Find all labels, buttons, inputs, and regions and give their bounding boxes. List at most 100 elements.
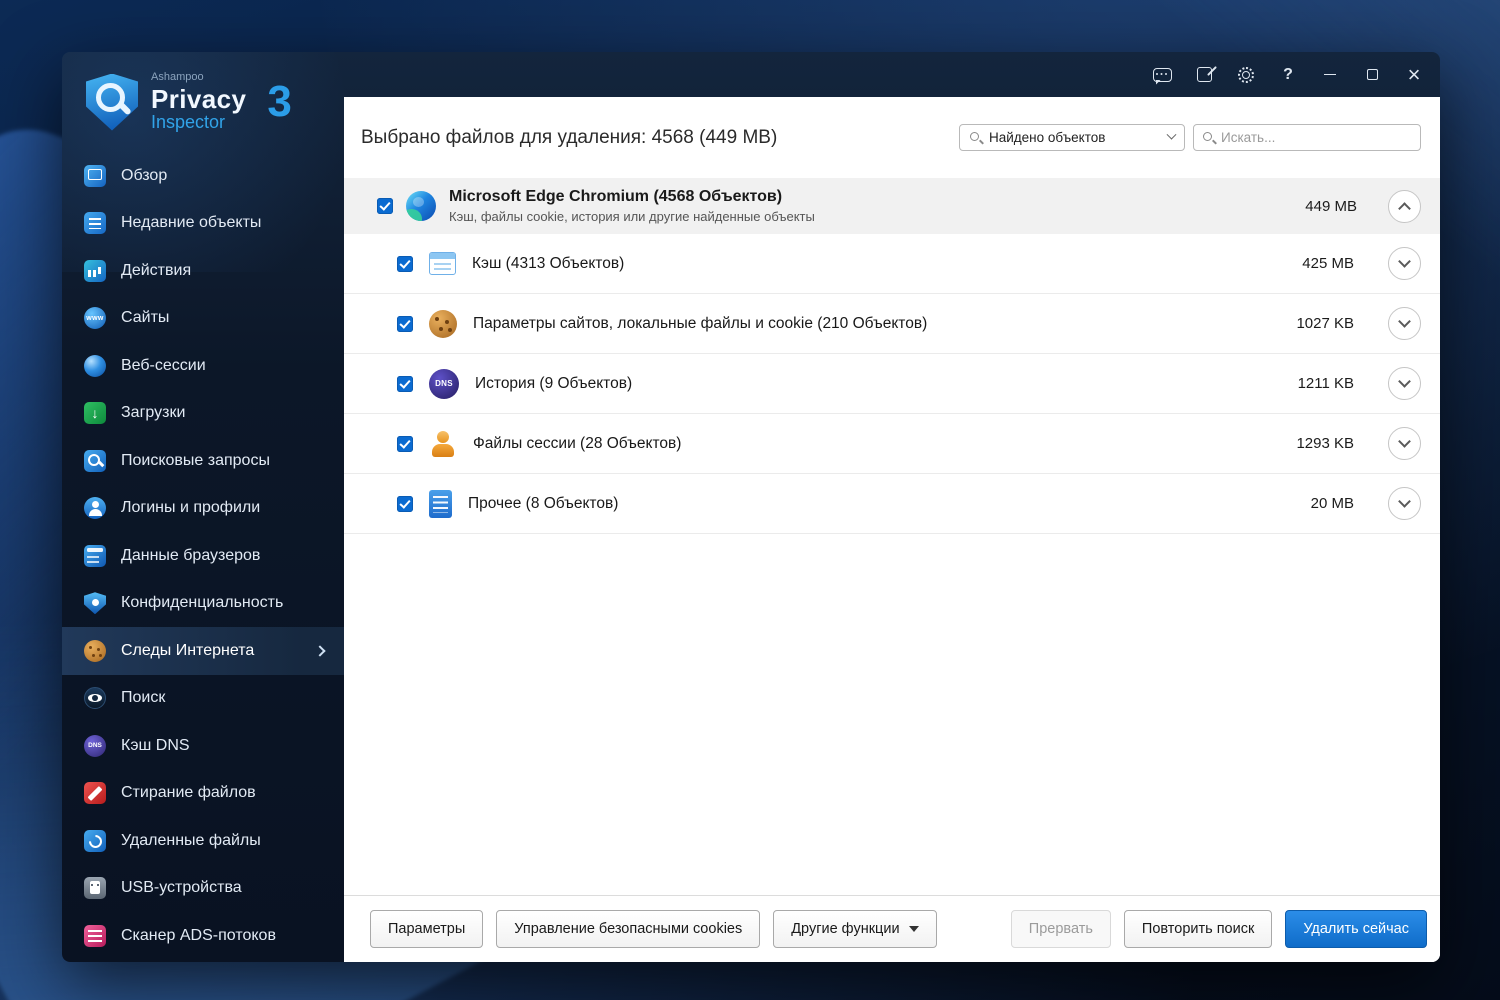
sidebar-item-label: Удаленные файлы xyxy=(121,831,261,849)
sidebar-item-recent-objects[interactable]: Недавние объекты xyxy=(62,200,344,248)
row-checkbox[interactable] xyxy=(397,375,413,392)
list-item-history[interactable]: История (9 Объектов) 1211 KB xyxy=(344,354,1440,414)
row-label: Прочее (8 Объектов) xyxy=(468,494,619,512)
globe-www-icon xyxy=(84,307,106,330)
search-box xyxy=(1193,124,1421,151)
delete-now-button[interactable]: Удалить сейчас xyxy=(1285,910,1427,948)
activity-chart-icon xyxy=(84,259,106,282)
row-checkbox[interactable] xyxy=(397,495,413,512)
sidebar-item-sites[interactable]: Сайты xyxy=(62,295,344,343)
caret-down-icon xyxy=(908,926,919,932)
shield-icon xyxy=(84,592,106,615)
sidebar-item-label: Загрузки xyxy=(121,404,186,422)
sidebar-item-label: Кэш DNS xyxy=(121,736,190,754)
sidebar-item-internet-traces[interactable]: Следы Интернета xyxy=(62,627,344,675)
recent-objects-icon xyxy=(84,212,106,235)
parameters-button[interactable]: Параметры xyxy=(370,910,484,948)
cookie-icon xyxy=(84,639,106,662)
list-item-site-settings-cookies[interactable]: Параметры сайтов, локальные файлы и cook… xyxy=(344,294,1440,354)
close-button[interactable] xyxy=(1396,59,1432,91)
list-item-other[interactable]: Прочее (8 Объектов) 20 MB xyxy=(344,474,1440,534)
logo-product-sub: Inspector xyxy=(151,111,226,132)
sidebar-item-actions[interactable]: Действия xyxy=(62,247,344,295)
chevron-down-icon xyxy=(1398,315,1411,328)
eye-icon xyxy=(84,687,106,710)
more-functions-button[interactable]: Другие функции xyxy=(773,910,937,948)
logo-text: Ashampoo Privacy Inspector xyxy=(151,72,246,132)
expand-button[interactable] xyxy=(1388,247,1421,280)
expand-button[interactable] xyxy=(1388,427,1421,460)
sidebar-item-label: Поиск xyxy=(121,689,166,707)
group-text: Microsoft Edge Chromium (4568 Объектов) … xyxy=(449,188,815,224)
sidebar-item-search-queries[interactable]: Поисковые запросы xyxy=(62,437,344,485)
browser-window-icon xyxy=(84,544,106,567)
sidebar-item-dns-cache[interactable]: Кэш DNS xyxy=(62,722,344,770)
toolbar-right-group: Прервать Повторить поиск Удалить сейчас xyxy=(1010,910,1427,948)
chevron-right-icon xyxy=(314,645,326,657)
group-checkbox[interactable] xyxy=(377,198,393,214)
dns-icon xyxy=(84,734,106,757)
collapse-button[interactable] xyxy=(1388,189,1421,223)
sidebar-item-deleted-files[interactable]: Удаленные файлы xyxy=(62,817,344,865)
sidebar-item-label: Стирание файлов xyxy=(121,784,256,802)
usb-icon xyxy=(84,877,106,900)
row-label: Файлы сессии (28 Объектов) xyxy=(473,434,682,452)
sidebar-item-label: USB-устройства xyxy=(121,879,242,897)
sidebar-item-label: Данные браузеров xyxy=(121,546,261,564)
chevron-down-icon xyxy=(1398,375,1411,388)
list-item-cache[interactable]: Кэш (4313 Объектов) 425 MB xyxy=(344,234,1440,294)
row-checkbox[interactable] xyxy=(397,315,413,332)
sidebar-item-label: Сканер ADS-потоков xyxy=(121,926,276,944)
expand-button[interactable] xyxy=(1388,307,1421,340)
group-row-edge-chromium[interactable]: Microsoft Edge Chromium (4568 Объектов) … xyxy=(344,178,1440,234)
logo-version: 3 xyxy=(267,77,292,126)
sidebar-item-search[interactable]: Поиск xyxy=(62,675,344,723)
list-item-session-files[interactable]: Файлы сессии (28 Объектов) 1293 KB xyxy=(344,414,1440,474)
repeat-search-button[interactable]: Повторить поиск xyxy=(1123,910,1273,948)
more-functions-label: Другие функции xyxy=(791,921,900,937)
help-button[interactable] xyxy=(1270,59,1306,91)
row-label: История (9 Объектов) xyxy=(475,374,633,392)
expand-button[interactable] xyxy=(1388,487,1421,520)
sidebar-item-overview[interactable]: Обзор xyxy=(62,152,344,200)
search-icon xyxy=(969,131,982,144)
sidebar-item-label: Следы Интернета xyxy=(121,641,255,659)
sidebar-item-downloads[interactable]: Загрузки xyxy=(62,390,344,438)
download-arrow-icon xyxy=(84,402,106,425)
sidebar-item-label: Действия xyxy=(121,261,192,279)
notes-button[interactable] xyxy=(1186,59,1222,91)
dns-history-icon xyxy=(429,368,459,399)
feedback-button[interactable] xyxy=(1144,59,1180,91)
sidebar-item-web-sessions[interactable]: Веб-сессии xyxy=(62,342,344,390)
sidebar-item-browser-data[interactable]: Данные браузеров xyxy=(62,532,344,580)
minimize-button[interactable] xyxy=(1312,59,1348,91)
maximize-button[interactable] xyxy=(1354,59,1390,91)
group-title: Microsoft Edge Chromium (4568 Объектов) xyxy=(449,188,783,205)
sidebar-item-privacy[interactable]: Конфиденциальность xyxy=(62,580,344,628)
sidebar-item-logins-profiles[interactable]: Логины и профили xyxy=(62,485,344,533)
search-input[interactable] xyxy=(1221,130,1412,145)
row-label: Параметры сайтов, локальные файлы и cook… xyxy=(473,314,928,332)
expand-button[interactable] xyxy=(1388,367,1421,400)
misc-document-icon xyxy=(429,489,452,518)
manage-safe-cookies-button[interactable]: Управление безопасными cookies xyxy=(496,910,761,948)
row-size: 1027 KB xyxy=(1296,315,1354,332)
sidebar-item-label: Сайты xyxy=(121,309,170,327)
abort-button[interactable]: Прервать xyxy=(1010,910,1111,948)
sidebar-item-label: Обзор xyxy=(121,166,168,184)
row-checkbox[interactable] xyxy=(397,435,413,452)
logo-vendor: Ashampoo xyxy=(151,71,204,84)
settings-button[interactable] xyxy=(1228,59,1264,91)
group-subtitle: Кэш, файлы cookie, история или другие на… xyxy=(449,209,815,224)
page-title: Выбрано файлов для удаления: 4568 (449 M… xyxy=(361,126,778,148)
row-size: 20 MB xyxy=(1310,495,1354,512)
sidebar-item-ads-scanner[interactable]: Сканер ADS-потоков xyxy=(62,912,344,960)
sidebar-nav: Обзор Недавние объекты Действия Сайты Ве… xyxy=(62,152,344,960)
app-window: Ashampoo Privacy Inspector 3 Обзор Недав… xyxy=(62,52,1440,962)
sidebar-item-file-wiping[interactable]: Стирание файлов xyxy=(62,770,344,818)
sidebar-item-usb-devices[interactable]: USB-устройства xyxy=(62,865,344,913)
found-objects-dropdown[interactable]: Найдено объектов xyxy=(959,124,1185,151)
sidebar-item-label: Поисковые запросы xyxy=(121,451,270,469)
row-checkbox[interactable] xyxy=(397,255,413,272)
edge-browser-icon xyxy=(406,191,436,221)
